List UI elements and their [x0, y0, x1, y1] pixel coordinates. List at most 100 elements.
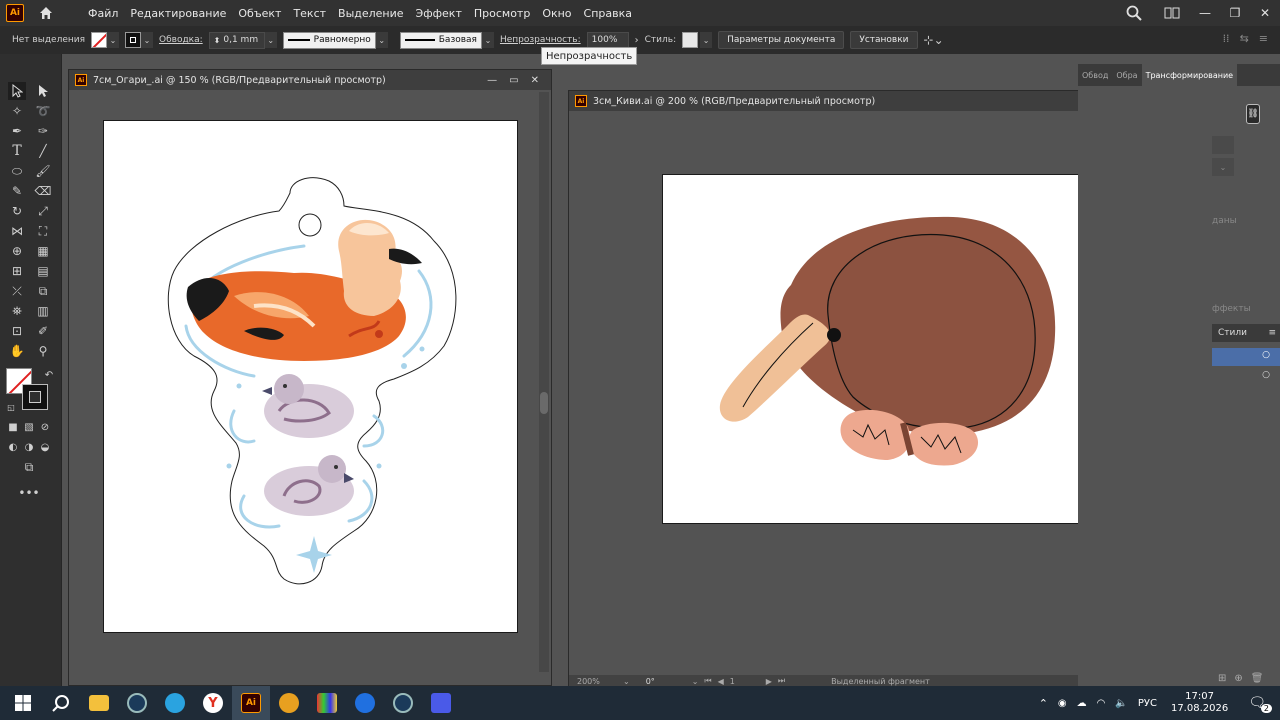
scale-tool-icon[interactable]: ⤢: [34, 202, 52, 220]
chevron-down-icon[interactable]: ⌄: [692, 677, 699, 686]
chevron-down-icon[interactable]: ⌄: [107, 32, 120, 48]
column-graph-tool-icon[interactable]: ▥: [34, 302, 52, 320]
blend-tool-icon[interactable]: ⧉: [34, 282, 52, 300]
cloud-icon[interactable]: ☁: [1077, 698, 1087, 709]
close-doc-button[interactable]: ✕: [531, 75, 539, 86]
illustrator-taskbar-icon[interactable]: Ai: [232, 686, 270, 720]
brush-definition[interactable]: Базовая: [399, 31, 482, 49]
chevron-up-icon[interactable]: ⌃: [1039, 697, 1048, 710]
steam-icon[interactable]: [384, 686, 422, 720]
swap-colors-icon[interactable]: ↶: [40, 366, 58, 384]
yandex-browser-icon[interactable]: Y: [194, 686, 232, 720]
line-tool-icon[interactable]: ╱: [34, 142, 52, 160]
artboard[interactable]: [103, 120, 518, 633]
pen-tool-icon[interactable]: ✒: [8, 122, 26, 140]
tab-transform[interactable]: Трансформирование: [1141, 64, 1238, 86]
chevron-down-icon[interactable]: ⌄: [1212, 158, 1234, 176]
file-explorer-icon[interactable]: [80, 686, 118, 720]
panel-field[interactable]: [1212, 136, 1234, 154]
lasso-tool-icon[interactable]: ➰: [34, 102, 52, 120]
shaper-tool-icon[interactable]: ✎: [8, 182, 26, 200]
fill-swatch[interactable]: ⌄: [91, 32, 120, 48]
vertical-scrollbar[interactable]: [539, 92, 549, 672]
arrange-documents-icon[interactable]: [1164, 6, 1180, 20]
eyedropper-tool-icon[interactable]: ⤫: [8, 282, 26, 300]
styles-row[interactable]: ○: [1212, 368, 1280, 386]
artboard-nav-next-icon[interactable]: ▶: [766, 677, 772, 686]
artboard-nav-last-icon[interactable]: ⏭: [778, 676, 785, 686]
game-app-icon[interactable]: [270, 686, 308, 720]
shape-builder-tool-icon[interactable]: ⊕: [8, 242, 26, 260]
language-indicator[interactable]: РУС: [1138, 698, 1157, 709]
transform-icon[interactable]: ⇆: [1240, 32, 1249, 45]
wifi-icon[interactable]: ◠: [1097, 698, 1106, 709]
document-settings-button[interactable]: Параметры документа: [718, 31, 845, 49]
selection-tool-icon[interactable]: [8, 82, 26, 100]
menu-help[interactable]: Справка: [578, 7, 638, 20]
tab-styles[interactable]: Стили: [1218, 328, 1247, 338]
hand-tool-icon[interactable]: ✋: [8, 342, 26, 360]
panel-menu-icon[interactable]: ≡: [1268, 328, 1276, 338]
menu-file[interactable]: Файл: [82, 7, 124, 20]
chevron-right-icon[interactable]: ›: [635, 35, 639, 46]
menu-object[interactable]: Объект: [232, 7, 287, 20]
default-colors-icon[interactable]: ◱: [2, 398, 20, 416]
curvature-tool-icon[interactable]: ✑: [34, 122, 52, 140]
stroke-label[interactable]: Обводка:: [159, 35, 203, 45]
telegram-icon[interactable]: [156, 686, 194, 720]
stroke-swatch[interactable]: ⌄: [125, 32, 154, 48]
menu-edit[interactable]: Редактирование: [124, 7, 232, 20]
menu-window[interactable]: Окно: [536, 7, 577, 20]
minimize-button[interactable]: —: [1190, 6, 1220, 20]
chart-app-icon[interactable]: [422, 686, 460, 720]
tab-appearance[interactable]: Обра: [1112, 71, 1141, 80]
chevron-down-icon[interactable]: ⌄: [264, 32, 277, 48]
windows-start-icon[interactable]: [4, 686, 42, 720]
constrain-proportions-icon[interactable]: ⛓: [1246, 104, 1260, 124]
direct-selection-tool-icon[interactable]: [34, 82, 52, 100]
chevron-down-icon[interactable]: ⌄: [623, 677, 630, 686]
menu-select[interactable]: Выделение: [332, 7, 410, 20]
artboard[interactable]: [662, 174, 1122, 524]
volume-icon[interactable]: 🔈: [1115, 698, 1127, 709]
opacity-field[interactable]: 100%: [586, 31, 629, 49]
ellipse-tool-icon[interactable]: ⬭: [8, 162, 26, 180]
visibility-circle-icon[interactable]: ○: [1262, 350, 1270, 360]
zoom-level[interactable]: 200%: [577, 677, 617, 686]
graphic-style-swatch[interactable]: [682, 32, 699, 48]
variable-width-profile[interactable]: Равномерно: [282, 31, 376, 49]
clock[interactable]: 17:07 17.08.2026: [1171, 691, 1228, 715]
home-icon[interactable]: [38, 5, 54, 21]
status-mode[interactable]: Выделенный фрагмент: [831, 677, 930, 686]
slice-tool-icon[interactable]: ✐: [34, 322, 52, 340]
minimize-doc-button[interactable]: —: [487, 75, 497, 86]
artboard-nav-prev-icon[interactable]: ◀: [718, 677, 724, 686]
add-icon[interactable]: ⊕: [1234, 673, 1242, 684]
arrange-icon[interactable]: ⊹⌄: [924, 33, 944, 47]
align-icon[interactable]: ⁞⁞: [1223, 32, 1230, 45]
symbol-sprayer-tool-icon[interactable]: ⛯: [8, 302, 26, 320]
visibility-circle-icon[interactable]: ○: [1262, 370, 1270, 380]
chevron-down-icon[interactable]: ⌄: [141, 32, 154, 48]
steam-icon[interactable]: [118, 686, 156, 720]
perspective-grid-tool-icon[interactable]: ▦: [34, 242, 52, 260]
restore-button[interactable]: ❐: [1220, 6, 1250, 20]
zoom-tool-icon[interactable]: ⚲: [34, 342, 52, 360]
stroke-weight-field[interactable]: ⬍ 0,1 mm: [208, 31, 265, 49]
stepper-icon[interactable]: ⬍: [214, 36, 221, 45]
chevron-down-icon[interactable]: ⌄: [375, 32, 388, 48]
rotation-value[interactable]: 0°: [646, 677, 686, 686]
preferences-button[interactable]: Установки: [850, 31, 918, 49]
more-tools-icon[interactable]: •••: [18, 484, 39, 502]
paintbrush-tool-icon[interactable]: 🖌: [34, 162, 52, 180]
screen-mode-icon[interactable]: ⧉: [20, 458, 38, 476]
type-tool-icon[interactable]: T: [8, 142, 26, 160]
search-icon[interactable]: [1126, 5, 1142, 21]
magic-wand-tool-icon[interactable]: ✧: [8, 102, 26, 120]
chevron-down-icon[interactable]: ⌄: [481, 32, 494, 48]
opacity-label[interactable]: Непрозрачность:: [500, 35, 581, 45]
new-item-icon[interactable]: ⊞: [1218, 673, 1226, 684]
colorful-app-icon[interactable]: [308, 686, 346, 720]
artboard-nav-first-icon[interactable]: ⏮: [704, 676, 711, 686]
chevron-down-icon[interactable]: ⌄: [700, 32, 713, 48]
